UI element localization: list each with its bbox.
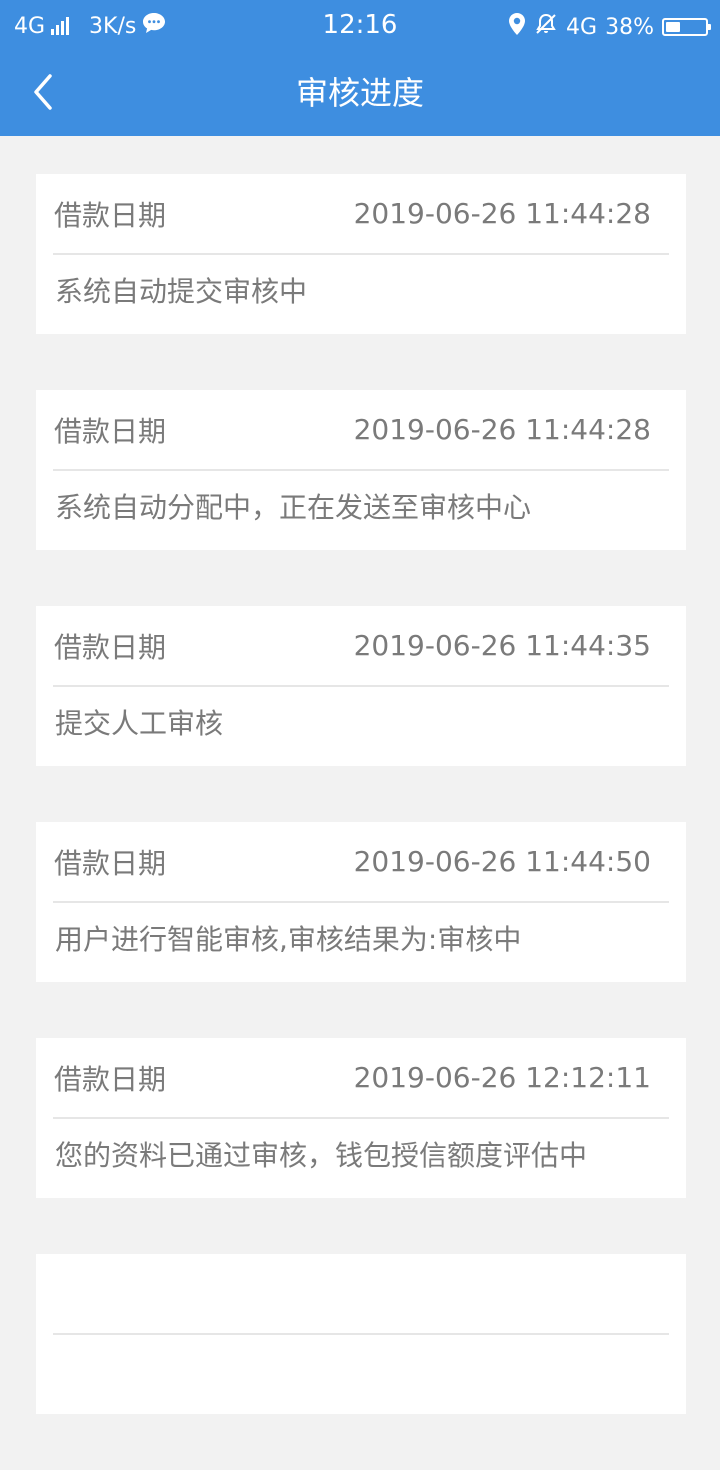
progress-card: 借款日期 2019-06-26 11:44:50 用户进行智能审核,审核结果为:… (36, 822, 686, 982)
card-header-row: 借款日期 2019-06-26 11:44:35 (53, 606, 669, 687)
alarm-off-icon (534, 12, 558, 42)
card-header-row: 借款日期 2019-06-26 11:44:28 (53, 390, 669, 471)
battery-percent: 38% (605, 14, 654, 40)
card-header-row: 借款日期 2019-06-26 12:12:11 (53, 1038, 669, 1119)
status-text: 提交人工审核 (55, 707, 224, 740)
status-text: 系统自动提交审核中 (55, 275, 308, 308)
date-label: 借款日期 (54, 630, 167, 664)
app-header: 审核进度 (0, 50, 720, 136)
network-type-right: 4G (566, 14, 598, 40)
status-text (55, 1335, 669, 1414)
date-label: 借款日期 (54, 414, 167, 448)
date-label: 借款日期 (54, 1062, 167, 1096)
date-value: 2019-06-26 11:44:28 (353, 197, 651, 230)
review-progress-list: 借款日期 2019-06-26 11:44:28 系统自动提交审核中 借款日期 … (36, 174, 686, 1470)
status-bar: 4G 3K/s 12:16 4G 38% (0, 0, 720, 50)
progress-card: 借款日期 2019-06-26 11:44:28 系统自动提交审核中 (36, 174, 686, 334)
date-label: 借款日期 (54, 846, 167, 880)
date-value: 2019-06-26 11:44:28 (353, 413, 651, 446)
progress-card (36, 1254, 686, 1414)
battery-icon (662, 18, 711, 36)
date-value: 2019-06-26 11:44:50 (353, 845, 651, 878)
status-text: 用户进行智能审核,审核结果为:审核中 (55, 923, 522, 956)
card-header-row: 借款日期 2019-06-26 11:44:28 (53, 174, 669, 255)
status-right: 4G 38% (508, 12, 711, 42)
progress-card: 借款日期 2019-06-26 11:44:35 提交人工审核 (36, 606, 686, 766)
progress-card: 借款日期 2019-06-26 11:44:28 系统自动分配中，正在发送至审核… (36, 390, 686, 550)
status-text: 您的资料已通过审核，钱包授信额度评估中 (55, 1139, 588, 1172)
date-label: 借款日期 (54, 198, 167, 232)
card-header-row (53, 1254, 669, 1335)
page-title: 审核进度 (295, 74, 424, 112)
progress-card: 借款日期 2019-06-26 12:12:11 您的资料已通过审核，钱包授信额… (36, 1038, 686, 1198)
status-text: 系统自动分配中，正在发送至审核中心 (55, 491, 532, 524)
location-icon (508, 12, 526, 42)
date-value: 2019-06-26 11:44:35 (353, 629, 651, 662)
date-value: 2019-06-26 12:12:11 (353, 1061, 651, 1094)
card-header-row: 借款日期 2019-06-26 11:44:50 (53, 822, 669, 903)
